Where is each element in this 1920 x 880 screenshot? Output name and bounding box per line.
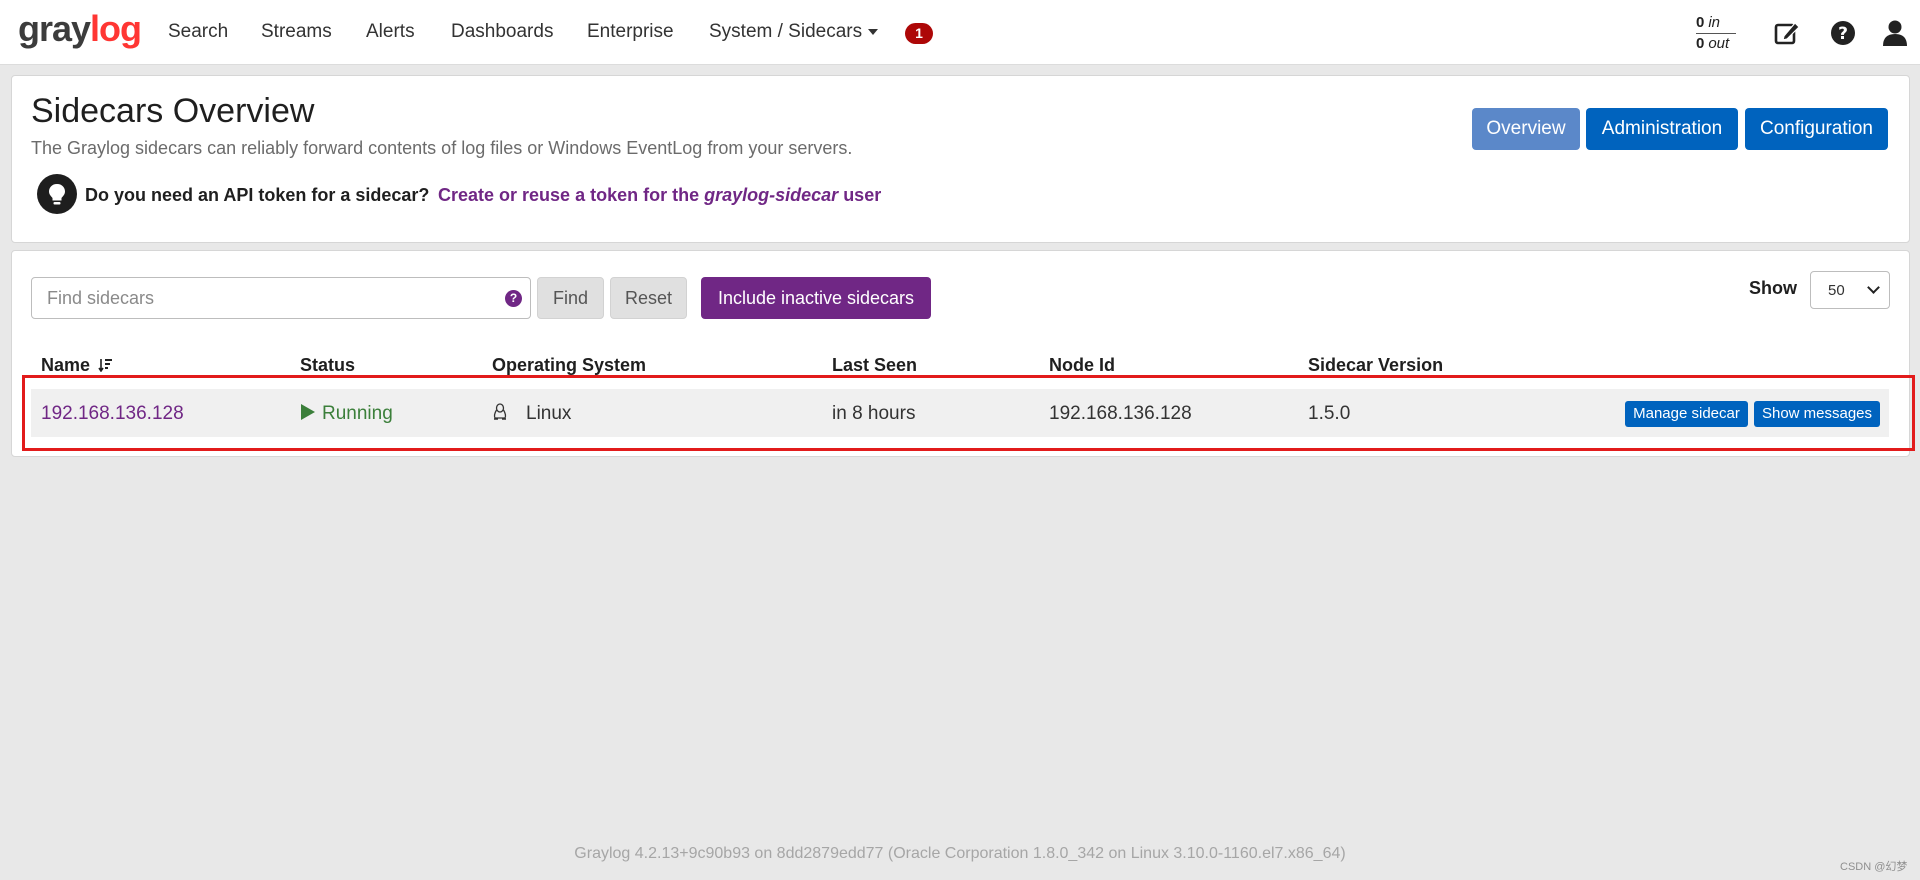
nav-enterprise[interactable]: Enterprise <box>587 21 674 43</box>
search-box: ? <box>31 277 531 319</box>
throughput-out-value: 0 <box>1696 35 1705 52</box>
page-size-select[interactable]: 50 <box>1810 271 1890 309</box>
include-inactive-button[interactable]: Include inactive sidecars <box>701 277 931 319</box>
user-icon[interactable] <box>1882 19 1910 47</box>
page-description: The Graylog sidecars can reliably forwar… <box>31 138 853 158</box>
throughput-in-label: in <box>1708 14 1721 31</box>
token-link-user: graylog-sidecar <box>704 185 839 205</box>
token-link-suffix: user <box>843 185 882 205</box>
column-header-name[interactable]: Name <box>41 355 113 377</box>
column-header-os[interactable]: Operating System <box>492 355 646 376</box>
logo-text-log: log <box>90 8 142 49</box>
sidecar-node-id: 192.168.136.128 <box>1049 403 1192 424</box>
reset-button[interactable]: Reset <box>610 277 687 319</box>
sidecar-version: 1.5.0 <box>1308 403 1351 424</box>
column-header-name-label: Name <box>41 355 91 375</box>
nav-dashboards[interactable]: Dashboards <box>451 21 553 43</box>
svg-text:?: ? <box>1838 24 1848 44</box>
sidecars-list-panel: ? Find Reset Include inactive sidecars S… <box>11 250 1910 457</box>
sidecar-name-link[interactable]: 192.168.136.128 <box>41 403 184 425</box>
api-token-question: Do you need an API token for a sidecar? <box>85 185 430 205</box>
notification-badge[interactable]: 1 <box>905 23 933 44</box>
administration-button[interactable]: Administration <box>1586 108 1738 150</box>
sidecar-last-seen: in 8 hours <box>832 403 916 424</box>
throughput-in-value: 0 <box>1696 14 1705 31</box>
find-button[interactable]: Find <box>537 277 604 319</box>
help-icon[interactable]: ? <box>505 290 522 307</box>
sidecar-status-label: Running <box>322 403 393 424</box>
page-title: Sidecars Overview <box>31 92 315 130</box>
graylog-logo[interactable]: graylog <box>18 8 142 50</box>
column-header-last-seen[interactable]: Last Seen <box>832 355 917 376</box>
create-token-link[interactable]: Create or reuse a token for the graylog-… <box>438 185 881 206</box>
manage-sidecar-button[interactable]: Manage sidecar <box>1625 401 1748 427</box>
top-navbar: graylog Search Streams Alerts Dashboards… <box>0 0 1920 65</box>
sidecar-status: Running <box>300 403 393 425</box>
linux-icon <box>493 403 507 420</box>
show-label: Show <box>1749 278 1797 298</box>
play-icon <box>301 404 315 420</box>
help-icon[interactable]: ? <box>1829 19 1857 47</box>
sort-icon[interactable] <box>98 356 113 377</box>
table-row: 192.168.136.128 Running Linux in 8 hours… <box>31 389 1889 437</box>
sidecar-os-label: Linux <box>526 403 572 424</box>
show-messages-button[interactable]: Show messages <box>1754 401 1880 427</box>
search-input[interactable] <box>32 278 492 318</box>
footer-version: Graylog 4.2.13+9c90b93 on 8dd2879edd77 (… <box>574 845 1346 862</box>
column-header-status[interactable]: Status <box>300 355 355 376</box>
throughput-out-label: out <box>1708 35 1730 52</box>
column-header-node-id[interactable]: Node Id <box>1049 355 1115 376</box>
nav-system-dropdown[interactable]: System / Sidecars <box>709 21 879 43</box>
watermark: CSDN @幻梦 <box>1840 861 1908 873</box>
nav-system-label: System / Sidecars <box>709 21 863 42</box>
nav-alerts[interactable]: Alerts <box>366 21 415 43</box>
sidecar-os: Linux <box>492 403 571 425</box>
lightbulb-icon <box>37 174 77 214</box>
token-link-prefix: Create or reuse a token for the <box>438 185 700 205</box>
throughput-indicator[interactable]: 0 in 0 out <box>1696 13 1736 53</box>
logo-text-gray: gray <box>18 8 91 49</box>
page-header-panel: Sidecars Overview The Graylog sidecars c… <box>11 75 1910 243</box>
configuration-button[interactable]: Configuration <box>1745 108 1888 150</box>
nav-search[interactable]: Search <box>168 21 228 43</box>
overview-button[interactable]: Overview <box>1472 108 1580 150</box>
nav-streams[interactable]: Streams <box>261 21 332 43</box>
edit-icon[interactable] <box>1773 19 1801 47</box>
page-size-value: 50 <box>1828 282 1845 299</box>
chevron-down-icon <box>868 28 879 35</box>
chevron-down-icon <box>1867 281 1880 294</box>
column-header-version[interactable]: Sidecar Version <box>1308 355 1443 376</box>
